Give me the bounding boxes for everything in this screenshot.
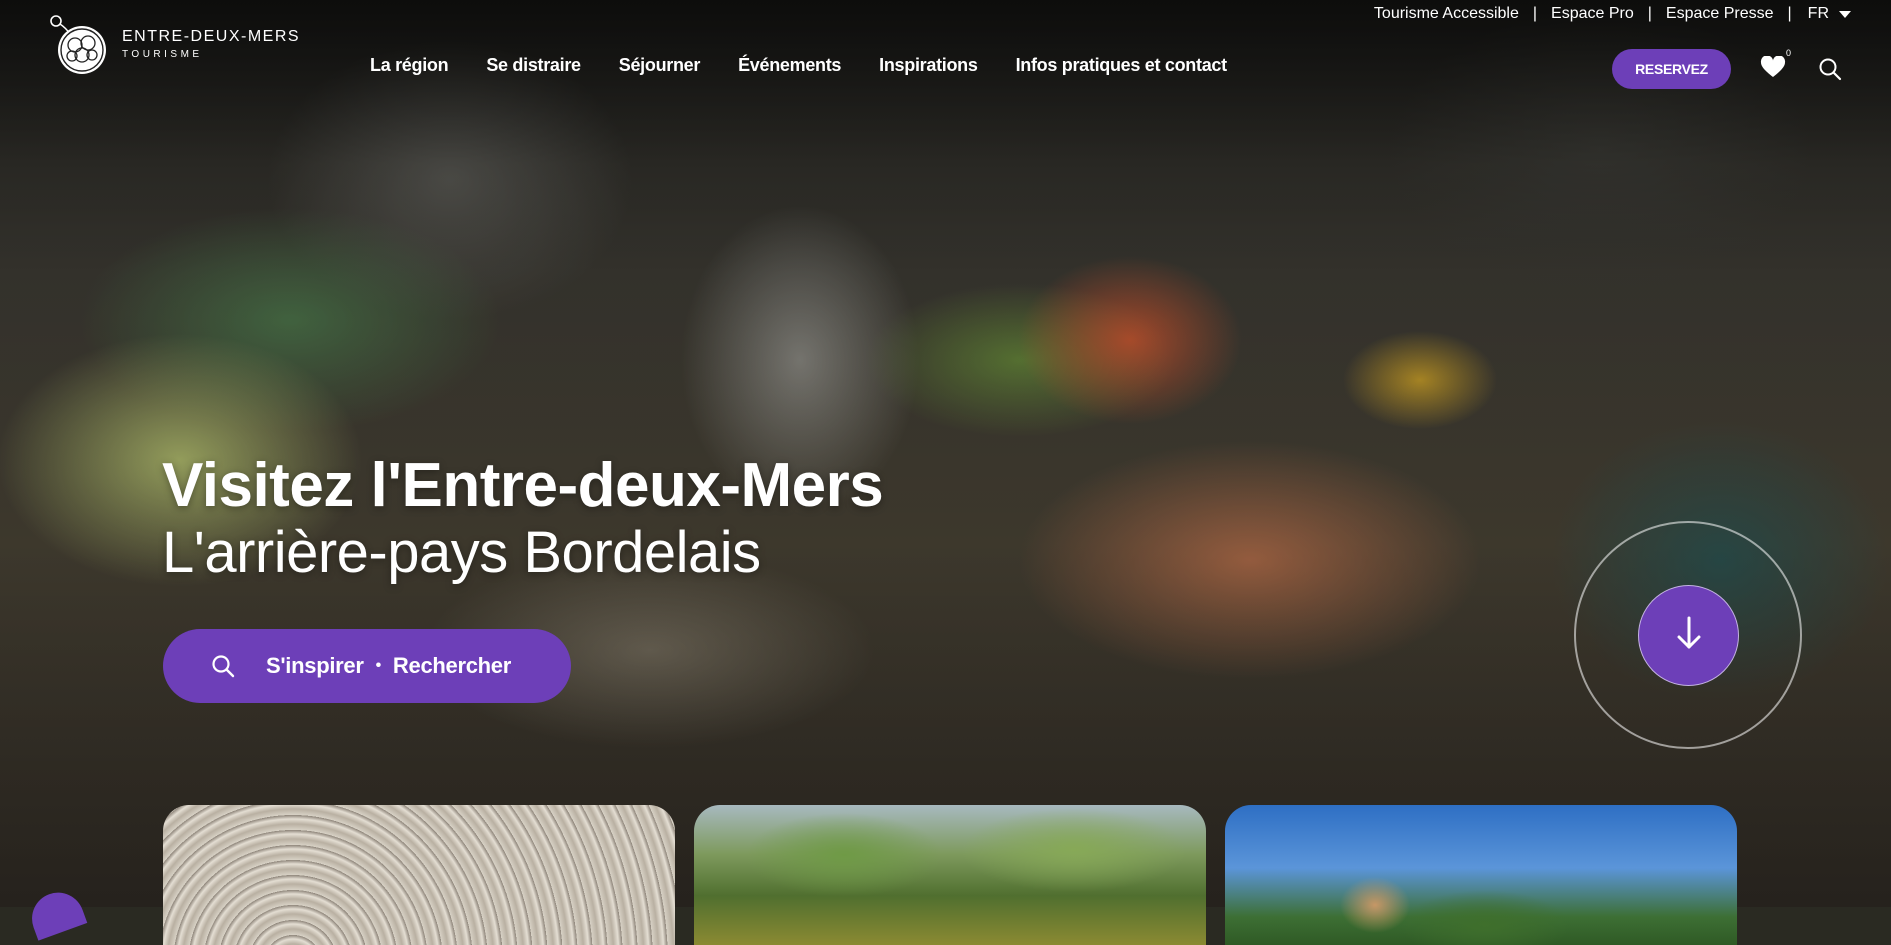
link-tourisme-accessible[interactable]: Tourisme Accessible [1374,5,1519,23]
site-logo[interactable]: ENTRE-DEUX-MERS TOURISME [48,14,300,76]
heart-icon[interactable] [1760,55,1786,78]
link-espace-pro[interactable]: Espace Pro [1551,5,1634,23]
divider: | [1787,5,1792,22]
favorites-count: 0 [1786,48,1792,58]
divider: | [1647,5,1652,22]
nav-item-sejourner[interactable]: Séjourner [619,55,701,76]
cta-separator: • [375,657,382,674]
hero-subtitle: L'arrière-pays Bordelais [162,520,761,585]
link-espace-presse[interactable]: Espace Presse [1666,5,1774,23]
language-label: FR [1807,5,1829,22]
inspire-search-button[interactable]: S'inspirer • Rechercher [163,629,571,703]
logo-title: ENTRE-DEUX-MERS [122,28,301,45]
main-nav: La région Se distraire Séjourner Événeme… [370,55,1227,76]
caret-down-icon [1839,10,1851,18]
nav-item-evenements[interactable]: Événements [738,55,841,76]
card-image[interactable] [1225,805,1737,945]
logo-tagline: TOURISME [122,49,203,60]
cta-inspire-label: S'inspirer [266,653,364,678]
reserve-button[interactable]: RESERVEZ [1612,49,1731,89]
nav-item-infos-pratiques[interactable]: Infos pratiques et contact [1016,55,1228,76]
scroll-down-button[interactable] [1638,585,1739,686]
nav-item-la-region[interactable]: La région [370,55,449,76]
cta-search-label: Rechercher [392,653,511,678]
utility-bar: Tourisme Accessible | Espace Pro | Espac… [1374,5,1851,23]
language-selector[interactable]: FR [1808,5,1851,23]
search-icon[interactable] [1818,57,1842,81]
hero-title: Visitez l'Entre-deux-Mers [162,451,884,520]
nav-item-inspirations[interactable]: Inspirations [879,55,978,76]
arrow-down-icon [1674,615,1704,656]
card-image[interactable] [163,805,675,945]
search-icon [210,653,236,679]
grape-cluster-logo-icon [48,14,110,76]
divider: | [1532,5,1538,22]
card-image[interactable] [694,805,1206,945]
nav-item-se-distraire[interactable]: Se distraire [486,55,581,76]
